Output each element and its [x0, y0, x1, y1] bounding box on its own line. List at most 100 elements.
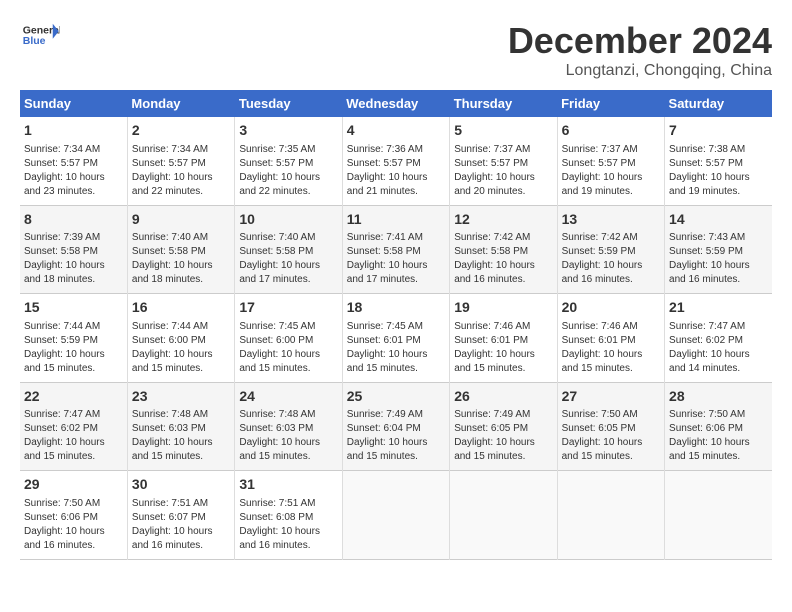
- calendar-cell: 9Sunrise: 7:40 AM Sunset: 5:58 PM Daylig…: [127, 205, 234, 294]
- day-number: 9: [132, 210, 230, 230]
- day-info: Sunrise: 7:51 AM Sunset: 6:08 PM Dayligh…: [239, 497, 337, 553]
- day-number: 21: [669, 298, 768, 318]
- calendar-cell: 21Sunrise: 7:47 AM Sunset: 6:02 PM Dayli…: [665, 294, 772, 383]
- day-info: Sunrise: 7:43 AM Sunset: 5:59 PM Dayligh…: [669, 231, 768, 287]
- day-header-thursday: Thursday: [450, 90, 557, 117]
- calendar-cell: 19Sunrise: 7:46 AM Sunset: 6:01 PM Dayli…: [450, 294, 557, 383]
- day-number: 6: [562, 121, 660, 141]
- calendar-week-5: 29Sunrise: 7:50 AM Sunset: 6:06 PM Dayli…: [20, 471, 772, 560]
- day-info: Sunrise: 7:37 AM Sunset: 5:57 PM Dayligh…: [454, 143, 552, 199]
- day-header-sunday: Sunday: [20, 90, 127, 117]
- day-info: Sunrise: 7:44 AM Sunset: 6:00 PM Dayligh…: [132, 320, 230, 376]
- calendar-cell: 6Sunrise: 7:37 AM Sunset: 5:57 PM Daylig…: [557, 117, 664, 205]
- day-number: 22: [24, 387, 123, 407]
- calendar-cell: 18Sunrise: 7:45 AM Sunset: 6:01 PM Dayli…: [342, 294, 449, 383]
- calendar-cell: 27Sunrise: 7:50 AM Sunset: 6:05 PM Dayli…: [557, 382, 664, 471]
- day-header-saturday: Saturday: [665, 90, 772, 117]
- day-info: Sunrise: 7:38 AM Sunset: 5:57 PM Dayligh…: [669, 143, 768, 199]
- day-info: Sunrise: 7:46 AM Sunset: 6:01 PM Dayligh…: [454, 320, 552, 376]
- calendar-cell: [557, 471, 664, 560]
- day-number: 29: [24, 475, 123, 495]
- day-header-tuesday: Tuesday: [235, 90, 342, 117]
- day-info: Sunrise: 7:51 AM Sunset: 6:07 PM Dayligh…: [132, 497, 230, 553]
- calendar-cell: 12Sunrise: 7:42 AM Sunset: 5:58 PM Dayli…: [450, 205, 557, 294]
- day-info: Sunrise: 7:50 AM Sunset: 6:06 PM Dayligh…: [669, 408, 768, 464]
- day-header-wednesday: Wednesday: [342, 90, 449, 117]
- day-info: Sunrise: 7:35 AM Sunset: 5:57 PM Dayligh…: [239, 143, 337, 199]
- calendar-cell: 22Sunrise: 7:47 AM Sunset: 6:02 PM Dayli…: [20, 382, 127, 471]
- day-number: 18: [347, 298, 445, 318]
- calendar-cell: [342, 471, 449, 560]
- day-number: 5: [454, 121, 552, 141]
- calendar-cell: 4Sunrise: 7:36 AM Sunset: 5:57 PM Daylig…: [342, 117, 449, 205]
- day-info: Sunrise: 7:39 AM Sunset: 5:58 PM Dayligh…: [24, 231, 123, 287]
- day-info: Sunrise: 7:34 AM Sunset: 5:57 PM Dayligh…: [24, 143, 123, 199]
- calendar-cell: 8Sunrise: 7:39 AM Sunset: 5:58 PM Daylig…: [20, 205, 127, 294]
- calendar-cell: 28Sunrise: 7:50 AM Sunset: 6:06 PM Dayli…: [665, 382, 772, 471]
- calendar-week-3: 15Sunrise: 7:44 AM Sunset: 5:59 PM Dayli…: [20, 294, 772, 383]
- day-info: Sunrise: 7:42 AM Sunset: 5:58 PM Dayligh…: [454, 231, 552, 287]
- day-number: 1: [24, 121, 123, 141]
- day-info: Sunrise: 7:50 AM Sunset: 6:06 PM Dayligh…: [24, 497, 123, 553]
- day-number: 23: [132, 387, 230, 407]
- day-number: 11: [347, 210, 445, 230]
- calendar-table: SundayMondayTuesdayWednesdayThursdayFrid…: [20, 90, 772, 560]
- svg-text:Blue: Blue: [23, 35, 46, 47]
- day-number: 8: [24, 210, 123, 230]
- day-number: 17: [239, 298, 337, 318]
- calendar-cell: 10Sunrise: 7:40 AM Sunset: 5:58 PM Dayli…: [235, 205, 342, 294]
- calendar-cell: 11Sunrise: 7:41 AM Sunset: 5:58 PM Dayli…: [342, 205, 449, 294]
- calendar-week-4: 22Sunrise: 7:47 AM Sunset: 6:02 PM Dayli…: [20, 382, 772, 471]
- day-number: 3: [239, 121, 337, 141]
- day-info: Sunrise: 7:46 AM Sunset: 6:01 PM Dayligh…: [562, 320, 660, 376]
- day-info: Sunrise: 7:49 AM Sunset: 6:05 PM Dayligh…: [454, 408, 552, 464]
- calendar-cell: 25Sunrise: 7:49 AM Sunset: 6:04 PM Dayli…: [342, 382, 449, 471]
- calendar-cell: 13Sunrise: 7:42 AM Sunset: 5:59 PM Dayli…: [557, 205, 664, 294]
- calendar-cell: 1Sunrise: 7:34 AM Sunset: 5:57 PM Daylig…: [20, 117, 127, 205]
- calendar-cell: [450, 471, 557, 560]
- day-info: Sunrise: 7:45 AM Sunset: 6:00 PM Dayligh…: [239, 320, 337, 376]
- header: General Blue December 2024 Longtanzi, Ch…: [20, 20, 772, 80]
- day-number: 27: [562, 387, 660, 407]
- day-info: Sunrise: 7:45 AM Sunset: 6:01 PM Dayligh…: [347, 320, 445, 376]
- day-info: Sunrise: 7:42 AM Sunset: 5:59 PM Dayligh…: [562, 231, 660, 287]
- calendar-cell: 31Sunrise: 7:51 AM Sunset: 6:08 PM Dayli…: [235, 471, 342, 560]
- calendar-cell: 15Sunrise: 7:44 AM Sunset: 5:59 PM Dayli…: [20, 294, 127, 383]
- day-info: Sunrise: 7:40 AM Sunset: 5:58 PM Dayligh…: [239, 231, 337, 287]
- day-info: Sunrise: 7:47 AM Sunset: 6:02 PM Dayligh…: [669, 320, 768, 376]
- day-number: 30: [132, 475, 230, 495]
- day-number: 24: [239, 387, 337, 407]
- month-title: December 2024: [508, 20, 772, 62]
- day-number: 16: [132, 298, 230, 318]
- calendar-header: SundayMondayTuesdayWednesdayThursdayFrid…: [20, 90, 772, 117]
- day-number: 4: [347, 121, 445, 141]
- calendar-cell: 17Sunrise: 7:45 AM Sunset: 6:00 PM Dayli…: [235, 294, 342, 383]
- day-header-friday: Friday: [557, 90, 664, 117]
- calendar-cell: [665, 471, 772, 560]
- calendar-cell: 20Sunrise: 7:46 AM Sunset: 6:01 PM Dayli…: [557, 294, 664, 383]
- calendar-week-2: 8Sunrise: 7:39 AM Sunset: 5:58 PM Daylig…: [20, 205, 772, 294]
- day-number: 26: [454, 387, 552, 407]
- logo-icon: General Blue: [20, 20, 60, 50]
- title-area: December 2024 Longtanzi, Chongqing, Chin…: [508, 20, 772, 80]
- calendar-cell: 24Sunrise: 7:48 AM Sunset: 6:03 PM Dayli…: [235, 382, 342, 471]
- calendar-cell: 23Sunrise: 7:48 AM Sunset: 6:03 PM Dayli…: [127, 382, 234, 471]
- day-info: Sunrise: 7:36 AM Sunset: 5:57 PM Dayligh…: [347, 143, 445, 199]
- day-info: Sunrise: 7:48 AM Sunset: 6:03 PM Dayligh…: [132, 408, 230, 464]
- calendar-body: 1Sunrise: 7:34 AM Sunset: 5:57 PM Daylig…: [20, 117, 772, 559]
- calendar-cell: 29Sunrise: 7:50 AM Sunset: 6:06 PM Dayli…: [20, 471, 127, 560]
- day-info: Sunrise: 7:44 AM Sunset: 5:59 PM Dayligh…: [24, 320, 123, 376]
- location-subtitle: Longtanzi, Chongqing, China: [508, 62, 772, 80]
- day-info: Sunrise: 7:47 AM Sunset: 6:02 PM Dayligh…: [24, 408, 123, 464]
- day-info: Sunrise: 7:49 AM Sunset: 6:04 PM Dayligh…: [347, 408, 445, 464]
- day-number: 20: [562, 298, 660, 318]
- day-number: 31: [239, 475, 337, 495]
- day-info: Sunrise: 7:41 AM Sunset: 5:58 PM Dayligh…: [347, 231, 445, 287]
- calendar-cell: 3Sunrise: 7:35 AM Sunset: 5:57 PM Daylig…: [235, 117, 342, 205]
- day-number: 10: [239, 210, 337, 230]
- day-header-monday: Monday: [127, 90, 234, 117]
- day-info: Sunrise: 7:40 AM Sunset: 5:58 PM Dayligh…: [132, 231, 230, 287]
- day-info: Sunrise: 7:50 AM Sunset: 6:05 PM Dayligh…: [562, 408, 660, 464]
- day-info: Sunrise: 7:48 AM Sunset: 6:03 PM Dayligh…: [239, 408, 337, 464]
- calendar-cell: 7Sunrise: 7:38 AM Sunset: 5:57 PM Daylig…: [665, 117, 772, 205]
